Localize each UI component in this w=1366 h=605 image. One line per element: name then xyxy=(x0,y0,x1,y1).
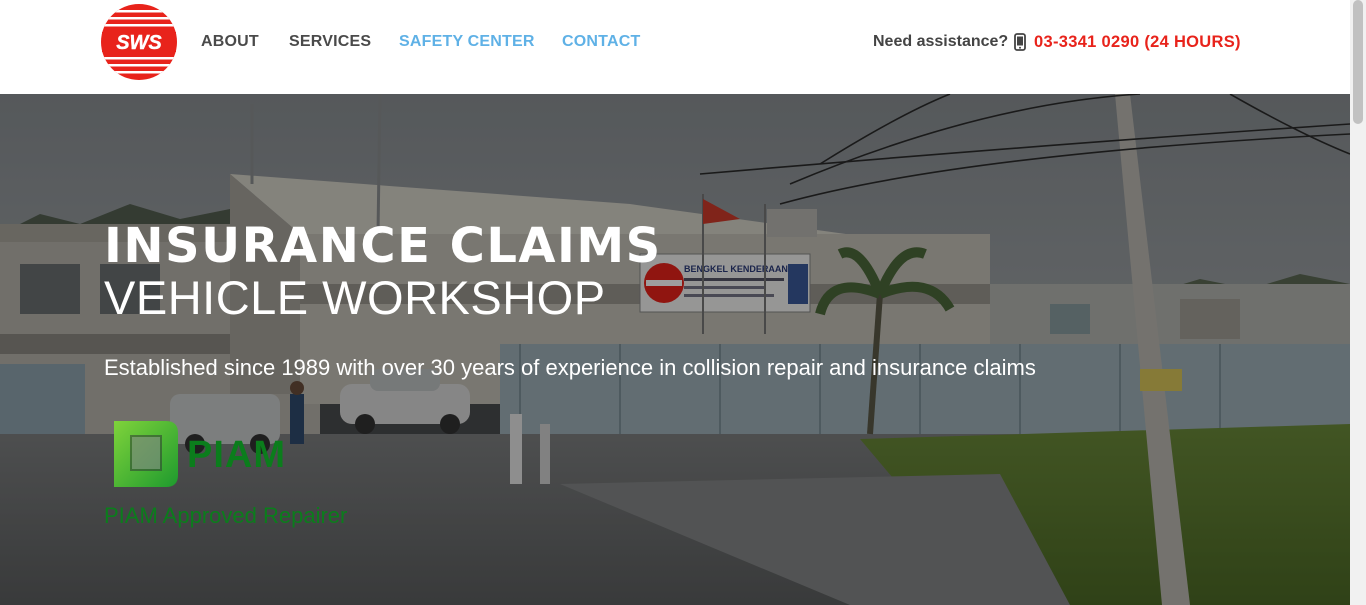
nav-services[interactable]: SERVICES xyxy=(289,33,371,51)
piam-approved-caption: PIAM Approved Repairer xyxy=(104,503,348,528)
site-header: SWS ABOUT SERVICES SAFETY CENTER CONTACT… xyxy=(0,0,1350,94)
logo-text: SWS xyxy=(116,32,162,54)
assistance-label: Need assistance? xyxy=(873,33,1009,50)
mobile-phone-icon xyxy=(1014,33,1026,51)
hero-banner: BENGKEL KENDERAAN INSURANCE CLAIMS VEHIC… xyxy=(0,94,1350,605)
phone-number-link[interactable]: 03-3341 0290 (24 HOURS) xyxy=(1034,33,1241,52)
nav-contact[interactable]: CONTACT xyxy=(562,33,640,51)
scrollbar-thumb[interactable] xyxy=(1353,0,1363,124)
hero-title-line1: INSURANCE CLAIMS xyxy=(104,218,662,274)
sws-logo[interactable]: SWS xyxy=(100,2,178,82)
nav-about[interactable]: ABOUT xyxy=(201,33,259,51)
nav-safety-center[interactable]: SAFETY CENTER xyxy=(399,33,535,51)
hero-title-line2: VEHICLE WORKSHOP xyxy=(104,271,606,324)
page-scrollbar[interactable] xyxy=(1350,0,1366,605)
hero-subtitle: Established since 1989 with over 30 year… xyxy=(104,355,1036,380)
piam-logo-icon xyxy=(114,421,178,487)
piam-badge-text: PIAM xyxy=(187,434,286,476)
